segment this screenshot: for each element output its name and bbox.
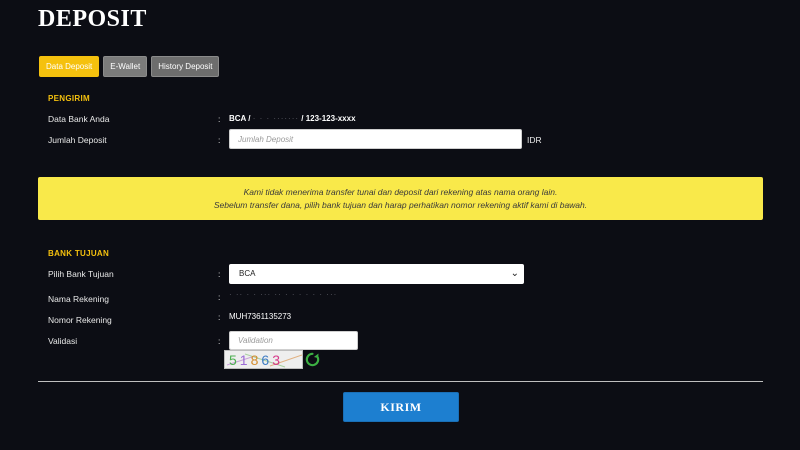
submit-button[interactable]: KIRIM — [343, 392, 459, 422]
colon: : — [218, 336, 221, 346]
colon: : — [218, 114, 221, 124]
tab-history-deposit[interactable]: History Deposit — [151, 56, 220, 77]
validation-input[interactable] — [229, 331, 358, 350]
captcha-char: 6 — [261, 352, 273, 368]
captcha-char: 8 — [250, 352, 262, 368]
sender-bank-label: Data Bank Anda — [48, 114, 110, 124]
destination-bank-select[interactable]: BCA ⌄ — [229, 264, 524, 284]
colon: : — [218, 269, 221, 279]
amount-label: Jumlah Deposit — [48, 135, 107, 145]
colon: : — [218, 135, 221, 145]
tab-bar: Data Deposit E-Wallet History Deposit — [39, 56, 220, 77]
account-name-label: Nama Rekening — [48, 294, 109, 304]
sender-section-title: PENGIRIM — [48, 94, 90, 103]
account-number-value: MUH7361135273 — [229, 312, 292, 321]
account-number-label: Nomor Rekening — [48, 315, 112, 325]
destination-section-title: BANK TUJUAN — [48, 249, 110, 258]
sender-bank-value: BCA / · · · ······· / 123-123-xxxx — [229, 114, 356, 123]
page-title: DEPOSIT — [38, 6, 147, 32]
captcha-text: 51863 — [229, 352, 283, 368]
notice-line-2: Sebelum transfer dana, pilih bank tujuan… — [213, 199, 588, 210]
tab-data-deposit[interactable]: Data Deposit — [39, 56, 100, 77]
validation-label: Validasi — [48, 336, 78, 346]
refresh-icon[interactable] — [304, 351, 321, 368]
captcha-image: 51863 — [224, 350, 303, 369]
account-name-value: · ·· · · ··· ·· · · · · · · ··· — [229, 290, 338, 299]
divider — [38, 381, 763, 382]
colon: : — [218, 312, 221, 322]
destination-bank-label: Pilih Bank Tujuan — [48, 269, 114, 279]
destination-bank-selected: BCA — [239, 269, 256, 278]
amount-input[interactable] — [229, 129, 522, 149]
captcha-char: 1 — [239, 352, 251, 368]
sender-bank-prefix: BCA / — [229, 114, 251, 123]
chevron-down-icon: ⌄ — [510, 268, 519, 279]
amount-unit: IDR — [527, 135, 542, 145]
colon: : — [218, 292, 221, 302]
captcha-char: 3 — [272, 352, 283, 368]
sender-bank-masked: · · · ······· — [252, 114, 300, 123]
captcha-char: 5 — [229, 352, 240, 368]
notice-banner: Kami tidak menerima transfer tunai dan d… — [38, 177, 763, 220]
sender-bank-suffix: / 123-123-xxxx — [301, 114, 356, 123]
notice-line-1: Kami tidak menerima transfer tunai dan d… — [243, 186, 558, 197]
tab-e-wallet[interactable]: E-Wallet — [103, 56, 148, 77]
